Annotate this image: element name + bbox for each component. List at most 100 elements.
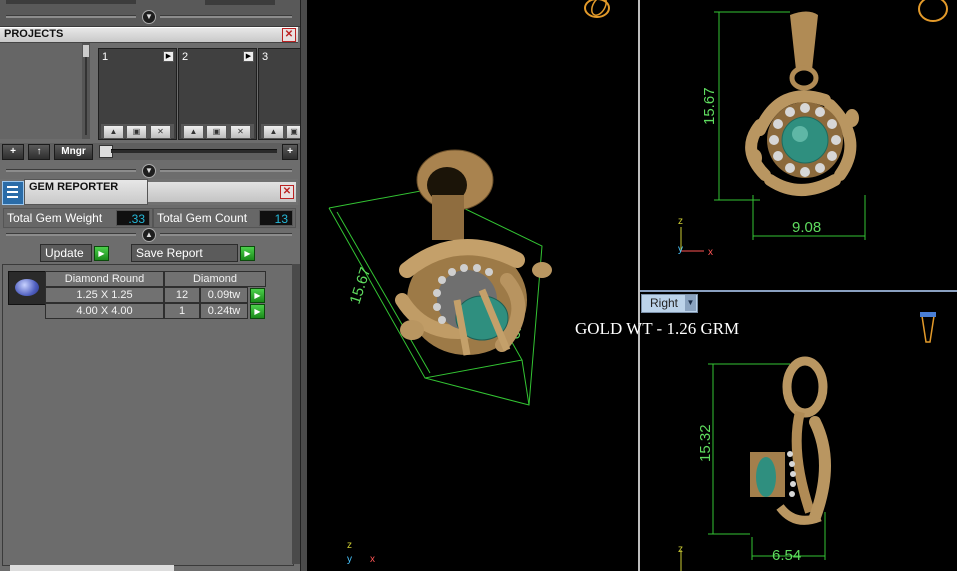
viewport-divider-horizontal[interactable]	[640, 290, 957, 292]
right-height-dim: 15.32	[697, 424, 714, 462]
toolbar-strip-right	[205, 0, 275, 5]
front-height-dim: 15.67	[701, 87, 718, 125]
right-view-selector[interactable]: Right ▼	[641, 294, 698, 313]
move-up-button[interactable]: ↑	[28, 144, 50, 160]
table-header-shape: Diamond Round	[45, 271, 164, 287]
projects-scrollbar[interactable]	[82, 43, 90, 139]
play-icon[interactable]: ▶	[163, 51, 174, 62]
bail-icon	[920, 312, 936, 343]
save-icon[interactable]: ▣	[126, 125, 147, 139]
table-cell-count: 12	[164, 287, 200, 303]
titlebar-fill: ✕	[148, 182, 296, 202]
gem-reporter-title: GEM REPORTER	[29, 181, 119, 193]
table-cell-count: 1	[164, 303, 200, 319]
splitter-line	[6, 233, 136, 236]
projects-toolbar: + ↑ Mngr +	[0, 143, 300, 160]
collapse-up-icon[interactable]: ▲	[142, 228, 156, 242]
table-cell-size: 1.25 X 1.25	[45, 287, 164, 303]
slot-number: 2	[182, 51, 189, 63]
projects-title: PROJECTS	[4, 28, 64, 40]
gem-table-scrollbar[interactable]	[292, 264, 300, 564]
dim-line	[521, 359, 530, 406]
axis-x-label: x	[708, 247, 713, 258]
slot-number: 1	[102, 51, 109, 63]
splitter-line	[6, 169, 136, 172]
left-panel: ▼ PROJECTS ✕ 1 ▶ ▲ ▣ ✕ 2 ▶ ▲ ▣ ✕ 3 ▲ ▣ +…	[0, 0, 300, 571]
pendant-model-side	[750, 356, 831, 525]
play-icon[interactable]: ▶	[243, 51, 254, 62]
project-slot-1[interactable]: 1 ▶ ▲ ▣ ✕	[98, 48, 177, 140]
toolbar-strip	[6, 0, 136, 4]
upload-icon[interactable]: ▲	[183, 125, 204, 139]
delete-icon[interactable]: ✕	[150, 125, 171, 139]
total-weight-label: Total Gem Weight	[7, 211, 103, 225]
delete-icon[interactable]: ✕	[230, 125, 251, 139]
update-play-icon[interactable]: ▶	[94, 246, 109, 261]
right-view-label: Right	[650, 296, 679, 310]
manager-button[interactable]: Mngr	[54, 144, 93, 160]
slot-toolbar: ▲ ▣ ✕	[181, 124, 254, 139]
slot-toolbar: ▲ ▣ ✕	[101, 124, 174, 139]
total-weight-value: .33	[116, 210, 150, 226]
right-viewport[interactable]: 15.32 6.54 z	[640, 312, 957, 571]
gem-reporter-tab[interactable]: GEM REPORTER	[24, 179, 148, 205]
upload-icon[interactable]: ▲	[103, 125, 124, 139]
chevron-down-icon[interactable]: ▼	[685, 295, 696, 311]
front-width-dim: 9.08	[792, 219, 821, 236]
table-cell-weight: 0.09tw	[200, 287, 248, 303]
perspective-viewport[interactable]: 15.67 9.08 6.54 y x z	[307, 0, 638, 571]
right-width-dim: 6.54	[772, 547, 801, 564]
table-header-type: Diamond	[164, 271, 266, 287]
upload-icon[interactable]: ▲	[263, 125, 284, 139]
close-icon[interactable]: ✕	[280, 185, 294, 199]
projects-list	[0, 43, 82, 139]
perspective-dim-a: 15.67	[347, 265, 375, 306]
axis-z-label: z	[678, 544, 683, 555]
row-select-icon[interactable]: ▶	[250, 304, 265, 319]
gold-weight-annotation: GOLD WT - 1.26 GRM	[575, 319, 740, 338]
splitter-line	[160, 233, 292, 236]
add-project-button[interactable]: +	[2, 144, 24, 160]
front-viewport[interactable]: 15.67 9.08 z x y	[640, 0, 957, 290]
save-icon[interactable]: ▣	[206, 125, 227, 139]
close-icon[interactable]: ✕	[282, 28, 296, 42]
zoom-in-button[interactable]: +	[282, 144, 298, 160]
gem-totals: Total Gem Weight .33 Total Gem Count 13	[0, 205, 300, 229]
axis-z-label: z	[678, 216, 683, 227]
total-weight-group: Total Gem Weight .33	[3, 208, 153, 228]
pendant-model-3d	[395, 149, 552, 356]
table-cell-weight: 0.24tw	[200, 303, 248, 319]
splitter-line	[160, 169, 292, 172]
project-slot-2[interactable]: 2 ▶ ▲ ▣ ✕	[178, 48, 257, 140]
save-report-button[interactable]: Save Report	[131, 244, 238, 262]
total-count-label: Total Gem Count	[157, 211, 248, 225]
axis-x-label: x	[370, 554, 375, 565]
top-toolbar: ▼	[0, 0, 300, 27]
bottom-scrollbar[interactable]	[10, 565, 174, 571]
project-slot-3[interactable]: 3 ▲ ▣	[258, 48, 300, 140]
slot-toolbar: ▲ ▣	[261, 124, 300, 139]
splitter-line	[160, 15, 292, 18]
row-select-icon[interactable]: ▶	[250, 288, 265, 303]
gem-report-icon	[2, 181, 24, 205]
collapse-toggle-icon[interactable]: ▼	[142, 164, 156, 178]
collapse-toggle-icon[interactable]: ▼	[142, 10, 156, 24]
scroll-thumb[interactable]	[83, 45, 89, 57]
zoom-slider-track[interactable]	[111, 149, 277, 153]
diamond-round-icon	[8, 271, 46, 305]
total-count-value: 13	[259, 210, 293, 226]
ring-icon	[918, 0, 948, 22]
total-count-group: Total Gem Count 13	[153, 208, 296, 228]
table-cell-size: 4.00 X 4.00	[45, 303, 164, 319]
save-icon[interactable]: ▣	[286, 125, 300, 139]
slot-number: 3	[262, 51, 269, 63]
scroll-track	[85, 57, 87, 135]
save-report-play-icon[interactable]: ▶	[240, 246, 255, 261]
gem-reporter-header: GEM REPORTER ✕	[0, 179, 298, 205]
axis-y-label: y	[347, 554, 352, 565]
update-button[interactable]: Update	[40, 244, 92, 262]
axis-z-label: z	[347, 540, 352, 551]
projects-titlebar: PROJECTS ✕	[0, 27, 298, 43]
pendant-model-front	[745, 11, 859, 196]
splitter-line	[6, 15, 136, 18]
